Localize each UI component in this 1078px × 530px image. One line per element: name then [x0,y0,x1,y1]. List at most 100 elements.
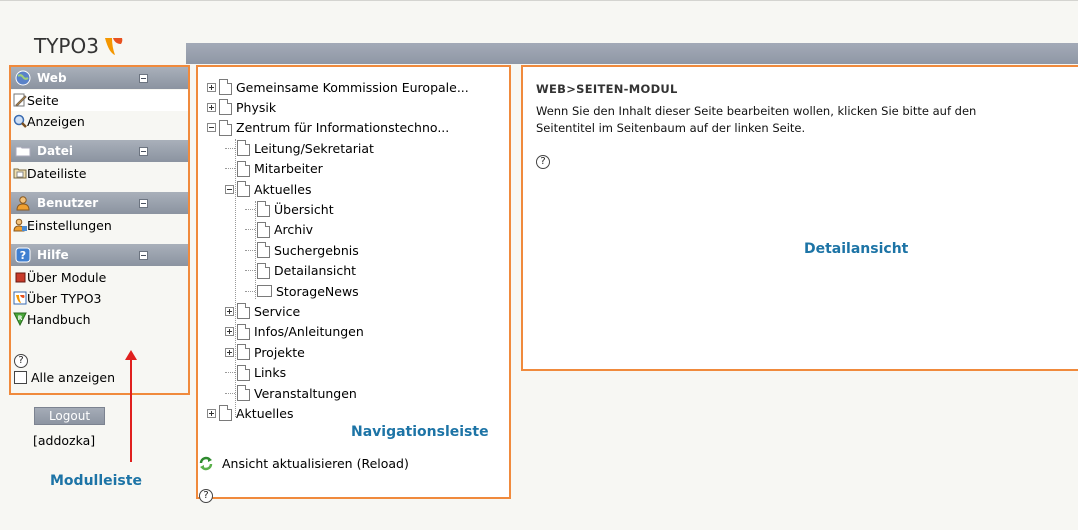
tree-connector [225,372,235,374]
tree-item[interactable]: Physik [207,97,276,117]
page-icon[interactable] [237,323,250,340]
module-item-ueber-typo3[interactable]: Über TYPO3 [11,288,188,309]
page-icon[interactable] [219,99,232,116]
typo3-logo-icon [104,38,123,55]
tree-item[interactable]: Gemeinsame Kommission Europale... [207,77,469,97]
tree-item[interactable]: Detailansicht [245,261,356,281]
folder-icon[interactable] [257,285,272,297]
module-item-ueber-module[interactable]: Über Module [11,267,188,288]
logout-button[interactable]: Logout [34,407,105,425]
page-icon[interactable] [219,79,232,95]
module-title: WEB>SEITEN-MODUL [536,82,678,96]
page-icon[interactable] [257,221,270,238]
tree-item-label[interactable]: Physik [236,100,276,115]
module-group-hilfe[interactable]: ? Hilfe [11,244,188,266]
collapse-icon[interactable] [225,184,234,194]
tree-connector [245,229,255,231]
logo-text: TYPO3 [34,34,99,58]
expand-icon[interactable] [207,408,216,418]
module-item-label: Anzeigen [27,114,85,129]
tree-connector [245,270,255,272]
tree-item[interactable]: Projekte [225,342,305,362]
show-all-label: Alle anzeigen [31,370,116,385]
tree-connector [225,168,235,170]
tree-item-label[interactable]: Infos/Anleitungen [254,324,364,339]
tree-item[interactable]: Zentrum für Informationstechno... [207,118,449,138]
tree-item-label[interactable]: Zentrum für Informationstechno... [236,120,449,135]
page-icon[interactable] [237,344,250,361]
pencil-page-icon [13,93,27,107]
module-help[interactable]: ? [14,352,28,368]
tree-item[interactable]: Service [225,301,300,321]
collapse-icon[interactable] [139,251,148,260]
help-circle-icon: ? [199,489,213,503]
page-icon[interactable] [237,385,250,401]
tree-item-label[interactable]: Leitung/Sekretariat [254,141,374,156]
tree-item[interactable]: Infos/Anleitungen [225,322,364,342]
page-icon[interactable] [257,242,270,259]
reload-label: Ansicht aktualisieren (Reload) [222,455,409,471]
reload-link[interactable]: Ansicht aktualisieren (Reload) [198,455,409,471]
page-icon[interactable] [237,181,250,197]
tree-item-label[interactable]: Suchergebnis [274,243,359,258]
module-item-handbuch[interactable]: R Handbuch [11,309,188,330]
expand-icon[interactable] [225,347,234,357]
tree-item-label[interactable]: Aktuelles [254,182,311,197]
page-icon[interactable] [219,405,232,422]
tree-item-label[interactable]: Projekte [254,345,305,360]
page-icon[interactable] [237,303,250,320]
tree-item[interactable]: Suchergebnis [245,240,359,260]
expand-icon[interactable] [225,327,234,337]
module-group-label: Hilfe [37,248,69,262]
tree-help[interactable]: ? [199,487,213,503]
expand-icon[interactable] [207,82,216,92]
tree-connector [225,392,235,394]
tree-item-label[interactable]: Archiv [274,222,313,237]
module-item-dateiliste[interactable]: Dateiliste [11,163,188,184]
annotation-detail-view: Detailansicht [804,241,909,257]
tree-item-label[interactable]: Übersicht [274,202,334,217]
page-icon[interactable] [237,140,250,157]
tree-item-label[interactable]: Mitarbeiter [254,161,323,176]
tree-item-label[interactable]: Detailansicht [274,263,356,278]
content-help[interactable]: ? [536,153,550,169]
tree-item-label[interactable]: Links [254,365,286,380]
module-group-datei[interactable]: Datei [11,140,188,162]
module-item-label: Einstellungen [27,218,112,233]
tree-item[interactable]: Aktuelles [207,403,293,423]
tree-item[interactable]: Aktuelles [225,179,311,199]
show-all-checkbox[interactable] [14,371,27,384]
module-item-seite[interactable]: Seite [11,90,188,111]
annotation-navigation-bar: Navigationsleiste [351,424,489,440]
reload-icon [199,456,213,471]
module-item-einstellungen[interactable]: Einstellungen [11,215,188,236]
tree-item[interactable]: Mitarbeiter [225,159,323,179]
tree-item[interactable]: StorageNews [245,281,359,301]
page-icon[interactable] [237,160,250,177]
tree-item-label[interactable]: Service [254,304,300,319]
tree-item-label[interactable]: Gemeinsame Kommission Europale... [236,80,469,95]
show-all-row[interactable]: Alle anzeigen [14,370,115,385]
tree-item[interactable]: Übersicht [245,199,334,219]
tree-item-label[interactable]: Aktuelles [236,406,293,421]
module-group-web[interactable]: Web [11,67,188,89]
tree-item[interactable]: Leitung/Sekretariat [225,138,374,158]
tree-connector [255,201,256,299]
module-item-anzeigen[interactable]: Anzeigen [11,111,188,132]
typo3-logo[interactable]: TYPO3 [34,27,125,57]
collapse-icon[interactable] [139,199,148,208]
collapse-icon[interactable] [139,147,148,156]
page-icon[interactable] [257,201,270,218]
page-icon[interactable] [219,119,232,136]
tree-item-label[interactable]: StorageNews [276,284,359,299]
page-icon[interactable] [237,364,250,381]
collapse-icon[interactable] [207,123,216,133]
collapse-icon[interactable] [139,74,148,83]
tree-connector [235,139,236,417]
expand-icon[interactable] [225,306,234,316]
module-group-benutzer[interactable]: Benutzer [11,192,188,214]
tree-item-label[interactable]: Veranstaltungen [254,386,357,401]
expand-icon[interactable] [207,102,216,112]
page-icon[interactable] [257,262,270,279]
tree-item[interactable]: Veranstaltungen [225,383,357,403]
